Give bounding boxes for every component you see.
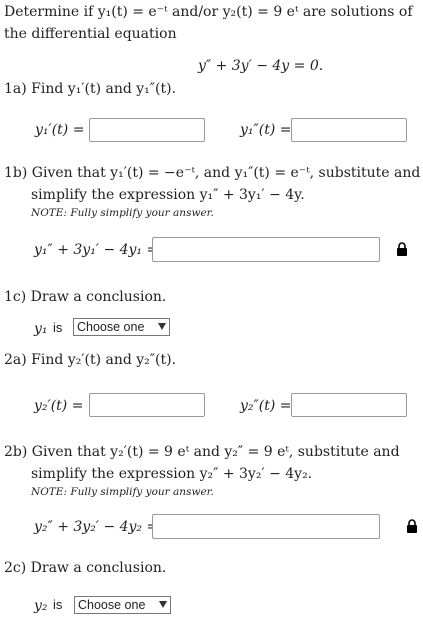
- question-2b-line-1: 2b) Given that y₂′(t) = 9 eᵗ and y₂″ = 9…: [4, 444, 400, 460]
- lock-icon: [396, 241, 408, 256]
- intro-line-2: the differential equation: [4, 26, 177, 42]
- conclusion-2-select-value: Choose one: [78, 598, 146, 612]
- label-1b-expression: y₁″ + 3y₁′ − 4y₁ =: [34, 242, 159, 258]
- conclusion-2-is: is: [53, 597, 63, 612]
- expression-1-input[interactable]: [152, 237, 380, 262]
- expression-2-input[interactable]: [152, 514, 380, 539]
- question-1a: 1a) Find y₁′(t) and y₁″(t).: [4, 81, 177, 97]
- question-1c: 1c) Draw a conclusion.: [4, 289, 167, 305]
- label-y2-prime: y₂′(t) =: [34, 398, 84, 414]
- question-1b-line-1: 1b) Given that y₁′(t) = −e⁻ᵗ, and y₁″(t)…: [4, 165, 421, 181]
- question-2a: 2a) Find y₂′(t) and y₂″(t).: [4, 352, 177, 368]
- y2-prime-input[interactable]: [89, 393, 205, 417]
- y1-prime-input[interactable]: [89, 118, 205, 142]
- label-2b-expression: y₂″ + 3y₂′ − 4y₂ =: [34, 519, 159, 535]
- y1-double-prime-input[interactable]: [291, 118, 407, 142]
- note-2b: NOTE: Fully simplify your answer.: [31, 486, 214, 498]
- conclusion-2-subject: y₂: [34, 598, 48, 614]
- question-2b-line-2: simplify the expression y₂″ + 3y₂′ − 4y₂…: [31, 466, 313, 482]
- label-y2-double-prime: y₂″(t) =: [240, 398, 292, 414]
- y2-double-prime-input[interactable]: [291, 393, 407, 417]
- intro-line-1: Determine if y₁(t) = e⁻ᵗ and/or y₂(t) = …: [4, 4, 413, 20]
- conclusion-1-subject: y₁: [34, 321, 48, 337]
- conclusion-2-select[interactable]: Choose one: [74, 596, 171, 614]
- question-2c: 2c) Draw a conclusion.: [4, 560, 167, 576]
- conclusion-1-select-value: Choose one: [77, 320, 145, 334]
- conclusion-1-select[interactable]: Choose one: [73, 318, 170, 336]
- lock-icon: [406, 518, 418, 533]
- chevron-down-icon: [158, 323, 166, 330]
- question-1b-line-2: simplify the expression y₁″ + 3y₁′ − 4y.: [31, 187, 305, 203]
- label-y1-prime: y₁′(t) =: [35, 122, 85, 138]
- conclusion-1-is: is: [53, 320, 63, 335]
- label-y1-double-prime: y₁″(t) =: [240, 122, 292, 138]
- note-1b: NOTE: Fully simplify your answer.: [31, 207, 214, 219]
- differential-equation: y″ + 3y′ − 4y = 0.: [198, 58, 324, 74]
- chevron-down-icon: [159, 601, 167, 608]
